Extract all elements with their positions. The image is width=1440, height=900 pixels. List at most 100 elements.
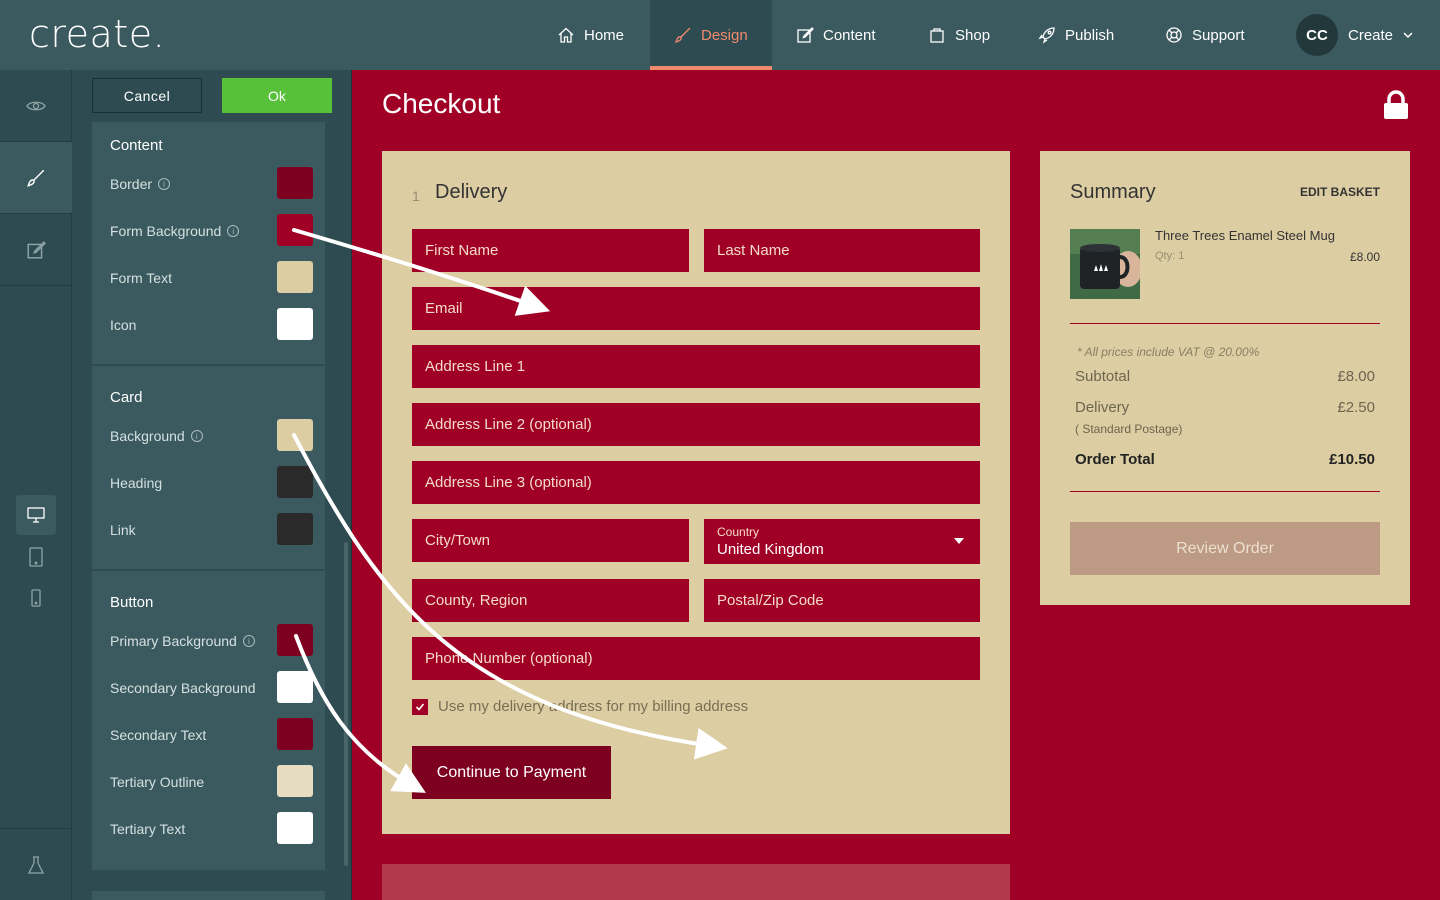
desktop-view-button[interactable] (16, 495, 56, 535)
order-total-row: Order Total £10.50 (1075, 451, 1375, 468)
nav-home[interactable]: Home (557, 0, 624, 70)
ok-button[interactable]: Ok (222, 78, 332, 113)
home-icon (558, 27, 574, 43)
heading-color-swatch[interactable] (277, 466, 313, 498)
subtotal-row: Subtotal £8.00 (1075, 368, 1375, 385)
county-field[interactable]: County, Region (412, 579, 689, 622)
nav-content-label: Content (823, 26, 876, 44)
nav-design[interactable]: Design (650, 0, 772, 70)
lock-icon (1384, 90, 1408, 119)
subtotal-value: £8.00 (1337, 368, 1375, 385)
continue-to-payment-button[interactable]: Continue to Payment (412, 746, 611, 799)
product-thumbnail[interactable] (1070, 229, 1140, 299)
country-select[interactable]: Country United Kingdom (704, 519, 980, 564)
email-field[interactable]: Email (412, 287, 980, 330)
nav-publish[interactable]: Publish (1038, 0, 1114, 70)
panel-scrollbar[interactable] (344, 542, 348, 866)
summary-divider (1070, 491, 1380, 492)
address-line-1-field[interactable]: Address Line 1 (412, 345, 980, 388)
last-name-field[interactable]: Last Name (704, 229, 980, 272)
nav-support-label: Support (1192, 26, 1245, 44)
user-avatar[interactable]: CC (1296, 14, 1338, 56)
flask-icon (27, 855, 45, 874)
billing-address-checkbox[interactable] (412, 699, 428, 715)
product-price: £8.00 (1349, 250, 1380, 264)
nav-shop-label: Shop (955, 26, 991, 44)
tertiary-text-color-swatch[interactable] (277, 812, 313, 844)
nav-publish-label: Publish (1065, 26, 1115, 44)
card-background-color-swatch[interactable] (277, 419, 313, 451)
checkout-preview: Checkout 1 Delivery First Name Last Name… (352, 70, 1440, 900)
form-background-color-swatch[interactable] (277, 214, 313, 246)
create-menu[interactable]: Create (1348, 0, 1413, 70)
mug-image (1070, 229, 1140, 299)
tertiary-text-setting-label: Tertiary Text (110, 821, 186, 837)
link-setting-label: Link (110, 522, 136, 538)
city-field[interactable]: City/Town (412, 519, 689, 562)
caret-down-icon (954, 538, 964, 544)
info-icon[interactable]: i (227, 225, 240, 237)
step-title: Delivery (435, 181, 508, 203)
nav-content[interactable]: Content (796, 0, 876, 70)
mobile-icon (31, 589, 41, 607)
chevron-down-icon (1403, 32, 1413, 39)
info-icon[interactable]: i (190, 430, 203, 442)
icon-color-swatch[interactable] (277, 308, 313, 340)
nav-design-label: Design (701, 26, 748, 44)
address-line-3-field[interactable]: Address Line 3 (optional) (412, 461, 980, 504)
edit-basket-link[interactable]: EDIT BASKET (1300, 185, 1380, 199)
eye-icon (26, 101, 46, 110)
link-color-swatch[interactable] (277, 513, 313, 545)
product-quantity: Qty: 1 (1155, 250, 1185, 262)
logo[interactable]: create. (29, 12, 165, 56)
create-menu-label: Create (1348, 26, 1394, 44)
tool-rail (0, 70, 72, 900)
edit-tool-button[interactable] (0, 214, 72, 286)
address-line-2-field[interactable]: Address Line 2 (optional) (412, 403, 980, 446)
brush-icon (27, 169, 45, 187)
form-background-setting-label: Form Background i (110, 223, 240, 239)
nav-shop[interactable]: Shop (928, 0, 990, 70)
primary-background-setting-label: Primary Background i (110, 633, 255, 649)
next-settings-group (92, 891, 325, 900)
mobile-view-button[interactable] (16, 578, 56, 618)
border-color-swatch[interactable] (277, 167, 313, 199)
payment-step-card[interactable] (382, 864, 1010, 900)
postal-code-field[interactable]: Postal/Zip Code (704, 579, 980, 622)
form-text-setting-label: Form Text (110, 270, 172, 286)
nav-home-label: Home (584, 26, 625, 44)
phone-field[interactable]: Phone Number (optional) (412, 637, 980, 680)
secondary-text-color-swatch[interactable] (277, 718, 313, 750)
page-title: Checkout (382, 88, 501, 119)
product-name[interactable]: Three Trees Enamel Steel Mug (1155, 228, 1335, 243)
step-number: 1 (412, 188, 420, 204)
labs-tool-button[interactable] (0, 828, 72, 900)
group-title: Button (110, 594, 154, 611)
cancel-button[interactable]: Cancel (92, 78, 202, 113)
nav-support[interactable]: Support (1165, 0, 1245, 70)
secondary-text-setting-label: Secondary Text (110, 727, 207, 743)
review-order-button[interactable]: Review Order (1070, 522, 1380, 575)
heading-setting-label: Heading (110, 475, 163, 491)
tablet-view-button[interactable] (16, 537, 56, 577)
subtotal-label: Subtotal (1075, 368, 1131, 385)
first-name-field[interactable]: First Name (412, 229, 689, 272)
billing-address-checkbox-label[interactable]: Use my delivery address for my billing a… (438, 698, 748, 715)
order-summary-card: Summary EDIT BASKET Three Trees Enamel S… (1040, 151, 1410, 605)
summary-title: Summary (1070, 181, 1156, 203)
design-tool-button[interactable] (0, 142, 72, 214)
primary-background-color-swatch[interactable] (277, 624, 313, 656)
preview-tool-button[interactable] (0, 70, 72, 142)
summary-divider (1070, 323, 1380, 324)
tablet-icon (29, 547, 43, 567)
secondary-background-color-swatch[interactable] (277, 671, 313, 703)
info-icon[interactable]: i (158, 178, 171, 190)
form-text-color-swatch[interactable] (277, 261, 313, 293)
card-background-setting-label: Background i (110, 428, 203, 444)
delivery-form-card: 1 Delivery First Name Last Name Email Ad… (382, 151, 1010, 834)
delivery-method: ( Standard Postage) (1075, 422, 1183, 436)
country-select-value: United Kingdom (717, 541, 824, 558)
tertiary-outline-color-swatch[interactable] (277, 765, 313, 797)
content-settings-group: Content Border i Form Background i Form Te… (92, 122, 325, 364)
info-icon[interactable]: i (242, 635, 255, 647)
